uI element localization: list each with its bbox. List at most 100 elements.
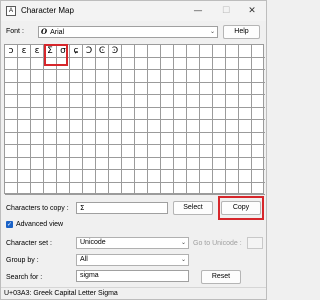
character-cell[interactable] <box>135 170 148 183</box>
character-cell[interactable] <box>5 70 18 83</box>
character-cell[interactable] <box>44 182 57 195</box>
character-cell[interactable] <box>239 70 252 83</box>
advanced-view-checkbox[interactable]: ✓ <box>6 221 13 228</box>
character-cell[interactable] <box>96 145 109 158</box>
character-cell[interactable] <box>213 132 226 145</box>
character-cell[interactable] <box>226 182 239 195</box>
character-cell[interactable] <box>174 145 187 158</box>
character-cell[interactable] <box>187 182 200 195</box>
character-cell[interactable] <box>148 70 161 83</box>
character-cell[interactable] <box>96 95 109 108</box>
character-cell[interactable] <box>187 120 200 133</box>
character-cell[interactable] <box>174 70 187 83</box>
character-cell[interactable] <box>83 145 96 158</box>
help-button[interactable]: Help <box>223 25 260 39</box>
character-cell[interactable] <box>70 182 83 195</box>
font-select[interactable]: O Arial ⌄ <box>38 26 218 38</box>
character-cell[interactable] <box>109 95 122 108</box>
character-cell[interactable] <box>18 157 31 170</box>
character-cell[interactable] <box>83 82 96 95</box>
character-cell[interactable] <box>226 120 239 133</box>
character-cell[interactable] <box>213 95 226 108</box>
character-cell[interactable] <box>5 95 18 108</box>
character-cell[interactable] <box>31 170 44 183</box>
character-cell[interactable] <box>148 170 161 183</box>
character-cell[interactable] <box>109 182 122 195</box>
character-cell[interactable] <box>109 157 122 170</box>
character-cell[interactable] <box>161 145 174 158</box>
character-cell[interactable] <box>5 182 18 195</box>
character-cell[interactable] <box>239 157 252 170</box>
character-cell[interactable] <box>5 82 18 95</box>
copy-button[interactable]: Copy <box>221 201 261 215</box>
character-cell[interactable] <box>161 107 174 120</box>
character-cell[interactable] <box>226 170 239 183</box>
character-cell[interactable] <box>200 120 213 133</box>
character-cell[interactable] <box>70 82 83 95</box>
character-cell[interactable] <box>31 95 44 108</box>
character-cell[interactable] <box>109 145 122 158</box>
character-cell[interactable] <box>226 95 239 108</box>
character-cell[interactable] <box>57 132 70 145</box>
character-cell[interactable]: σ <box>57 45 70 58</box>
character-cell[interactable] <box>226 70 239 83</box>
character-cell[interactable] <box>109 82 122 95</box>
character-cell[interactable]: Σ <box>44 45 57 58</box>
character-cell[interactable] <box>122 57 135 70</box>
character-cell[interactable] <box>174 157 187 170</box>
character-cell[interactable] <box>213 57 226 70</box>
character-cell[interactable] <box>70 107 83 120</box>
character-cell[interactable] <box>109 120 122 133</box>
character-cell[interactable] <box>18 182 31 195</box>
character-cell[interactable] <box>96 120 109 133</box>
close-icon[interactable]: ✕ <box>245 4 259 18</box>
character-cell[interactable] <box>122 120 135 133</box>
character-cell[interactable] <box>135 107 148 120</box>
character-cell[interactable] <box>135 145 148 158</box>
character-cell[interactable] <box>239 82 252 95</box>
character-cell[interactable] <box>122 132 135 145</box>
character-cell[interactable] <box>31 70 44 83</box>
character-cell[interactable] <box>200 157 213 170</box>
character-cell[interactable] <box>148 120 161 133</box>
character-cell[interactable] <box>161 70 174 83</box>
character-cell[interactable] <box>174 170 187 183</box>
character-cell[interactable] <box>31 120 44 133</box>
character-cell[interactable] <box>5 157 18 170</box>
character-cell[interactable] <box>200 95 213 108</box>
character-cell[interactable] <box>148 57 161 70</box>
character-cell[interactable] <box>226 145 239 158</box>
character-cell[interactable] <box>57 95 70 108</box>
character-cell[interactable] <box>122 107 135 120</box>
character-cell[interactable] <box>57 57 70 70</box>
character-cell[interactable] <box>200 45 213 58</box>
character-cell[interactable] <box>57 82 70 95</box>
character-cell[interactable] <box>174 120 187 133</box>
character-cell[interactable] <box>252 70 265 83</box>
character-cell[interactable] <box>44 107 57 120</box>
character-cell[interactable] <box>174 132 187 145</box>
character-cell[interactable] <box>239 182 252 195</box>
character-cell[interactable] <box>96 57 109 70</box>
character-cell[interactable] <box>5 170 18 183</box>
character-cell[interactable] <box>213 107 226 120</box>
character-cell[interactable] <box>200 182 213 195</box>
character-cell[interactable] <box>44 157 57 170</box>
character-cell[interactable] <box>135 57 148 70</box>
character-cell[interactable] <box>96 82 109 95</box>
character-cell[interactable] <box>252 133 265 145</box>
character-cell[interactable] <box>226 57 239 70</box>
character-cell[interactable] <box>187 170 200 183</box>
character-cell[interactable] <box>200 145 213 158</box>
character-cell[interactable] <box>31 107 44 120</box>
character-cell[interactable] <box>252 120 265 133</box>
character-cell[interactable] <box>174 182 187 195</box>
character-cell[interactable] <box>161 170 174 183</box>
character-cell[interactable] <box>200 70 213 83</box>
character-cell[interactable] <box>96 107 109 120</box>
character-cell[interactable] <box>252 58 265 70</box>
character-cell[interactable] <box>31 82 44 95</box>
character-cell[interactable] <box>213 170 226 183</box>
character-cell[interactable] <box>83 132 96 145</box>
character-cell[interactable] <box>96 157 109 170</box>
